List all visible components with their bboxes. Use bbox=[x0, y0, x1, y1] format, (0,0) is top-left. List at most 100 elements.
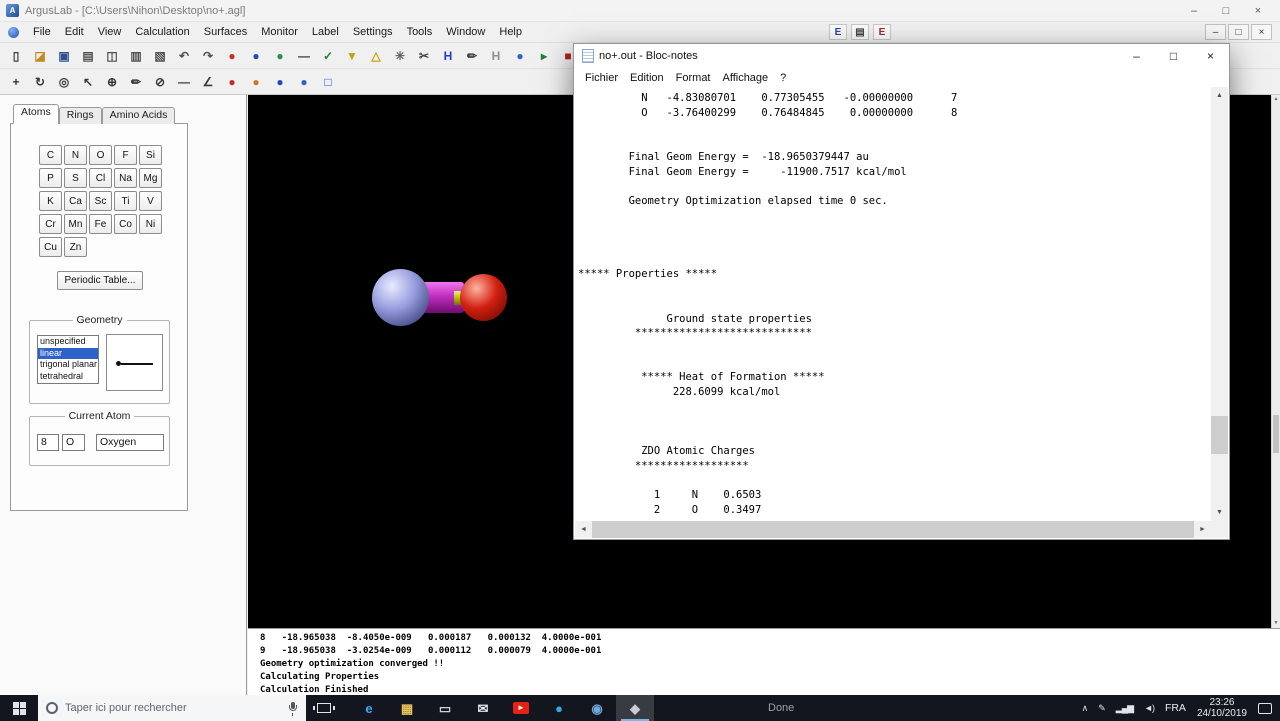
notepad-vscrollbar[interactable]: ▲ ▼ bbox=[1211, 87, 1228, 521]
element-button[interactable]: Cu bbox=[39, 237, 62, 257]
measure-tool-icon[interactable]: △ bbox=[365, 45, 387, 66]
select-tool-icon[interactable]: ↖ bbox=[77, 71, 99, 92]
start-button[interactable] bbox=[0, 695, 38, 721]
volume-icon[interactable]: ◄) bbox=[1144, 703, 1155, 713]
open-folder-icon[interactable]: ◪ bbox=[29, 45, 51, 66]
print-icon[interactable]: ▤ bbox=[77, 45, 99, 66]
run-calculation-icon[interactable]: ▸ bbox=[533, 45, 555, 66]
menu-item[interactable]: Settings bbox=[346, 22, 400, 42]
geometry-option[interactable]: trigonal planar bbox=[38, 359, 98, 371]
mdi-close-button[interactable]: × bbox=[1251, 24, 1272, 40]
element-button[interactable]: Mg bbox=[139, 168, 162, 188]
capture-icon[interactable]: ◫ bbox=[101, 45, 123, 66]
scroll-down-icon[interactable]: ▼ bbox=[1272, 619, 1280, 628]
element-button[interactable]: Si bbox=[139, 145, 162, 165]
copy-icon[interactable]: ▥ bbox=[125, 45, 147, 66]
nitrogen-atom[interactable] bbox=[372, 269, 429, 326]
element-button[interactable]: S bbox=[64, 168, 87, 188]
geometry-option[interactable]: tetrahedral bbox=[38, 371, 98, 383]
element-button[interactable]: Ti bbox=[114, 191, 137, 211]
menu-item[interactable]: Tools bbox=[400, 22, 440, 42]
zoom-tool-icon[interactable]: ◎ bbox=[53, 71, 75, 92]
action-center-icon[interactable] bbox=[1258, 702, 1272, 714]
atom-green-icon[interactable]: ● bbox=[269, 45, 291, 66]
clean-geometry-icon[interactable]: ✓ bbox=[317, 45, 339, 66]
atom-color-navy-icon[interactable]: ● bbox=[293, 71, 315, 92]
mdi-minimize-button[interactable]: – bbox=[1205, 24, 1226, 40]
bond-tool-icon[interactable]: ― bbox=[293, 45, 315, 66]
erase-tool-icon[interactable]: ⊘ bbox=[149, 71, 171, 92]
energy-icon[interactable]: E bbox=[829, 24, 847, 40]
clock[interactable]: 23:26 24/10/2019 bbox=[1197, 697, 1247, 719]
menu-item[interactable]: Help bbox=[492, 22, 529, 42]
oxygen-atom[interactable] bbox=[460, 274, 507, 321]
element-button[interactable]: P bbox=[39, 168, 62, 188]
menu-item[interactable]: Calculation bbox=[128, 22, 196, 42]
element-button[interactable]: K bbox=[39, 191, 62, 211]
scroll-down-icon[interactable]: ▼ bbox=[1211, 504, 1228, 521]
language-indicator[interactable]: FRA bbox=[1165, 702, 1186, 714]
element-button[interactable]: Cl bbox=[89, 168, 112, 188]
element-name-field[interactable]: Oxygen bbox=[96, 434, 164, 451]
microphone-icon[interactable] bbox=[286, 701, 298, 716]
minimize-energy-icon[interactable]: ▼ bbox=[341, 45, 363, 66]
element-button[interactable]: Zn bbox=[64, 237, 87, 257]
element-button[interactable]: Sc bbox=[89, 191, 112, 211]
menu-item[interactable]: Window bbox=[439, 22, 492, 42]
notepad-minimize-button[interactable]: – bbox=[1118, 44, 1155, 68]
notepad-text-area[interactable]: N -4.83080701 0.77305455 -0.00000000 7 O… bbox=[575, 87, 1211, 521]
notepad-maximize-button[interactable]: □ bbox=[1155, 44, 1192, 68]
ink-pen-icon[interactable]: ✎ bbox=[1098, 703, 1105, 713]
menu-item[interactable]: ? bbox=[774, 72, 792, 84]
notepad-hscrollbar[interactable]: ◄ ► bbox=[575, 521, 1211, 538]
energy-plot-icon[interactable]: E bbox=[873, 24, 891, 40]
element-button[interactable]: O bbox=[89, 145, 112, 165]
menu-item[interactable]: Monitor bbox=[254, 22, 305, 42]
search-box[interactable]: Taper ici pour rechercher bbox=[38, 695, 306, 721]
atom-color-orange-icon[interactable]: ● bbox=[245, 71, 267, 92]
draw-tool-icon[interactable]: ✏ bbox=[125, 71, 147, 92]
element-button[interactable]: F bbox=[114, 145, 137, 165]
element-button[interactable]: Co bbox=[114, 214, 137, 234]
viewport-scrollbar[interactable]: ▲ ▼ bbox=[1271, 95, 1280, 628]
panel-tab[interactable]: Rings bbox=[58, 107, 102, 124]
arguslab-minimize-button[interactable]: – bbox=[1178, 1, 1210, 21]
menu-item[interactable]: View bbox=[91, 22, 129, 42]
atom-red-icon[interactable]: ● bbox=[221, 45, 243, 66]
atom-color-red-icon[interactable]: ● bbox=[221, 71, 243, 92]
geometry-option[interactable]: linear bbox=[38, 347, 98, 359]
add-hydrogens-icon[interactable]: H bbox=[437, 45, 459, 66]
chrome-icon[interactable]: ◉ bbox=[578, 695, 616, 721]
menu-item[interactable]: Affichage bbox=[717, 72, 775, 84]
menu-item[interactable]: Fichier bbox=[579, 72, 624, 84]
paste-icon[interactable]: ▧ bbox=[149, 45, 171, 66]
scroll-thumb[interactable] bbox=[592, 521, 1194, 538]
arguslab-taskbar-icon[interactable]: ◆ bbox=[616, 695, 654, 721]
telegram-icon[interactable]: ● bbox=[540, 695, 578, 721]
element-button[interactable]: Mn bbox=[64, 214, 87, 234]
atomic-number-field[interactable]: 8 bbox=[37, 434, 59, 451]
mdi-restore-button[interactable]: □ bbox=[1228, 24, 1249, 40]
scroll-right-icon[interactable]: ► bbox=[1194, 521, 1211, 538]
element-button[interactable]: Na bbox=[114, 168, 137, 188]
arguslab-titlebar[interactable]: A ArgusLab - [C:\Users\Nihon\Desktop\no+… bbox=[0, 0, 1280, 22]
arguslab-maximize-button[interactable]: □ bbox=[1210, 1, 1242, 21]
panel-tab[interactable]: Atoms bbox=[13, 104, 59, 124]
mail-icon[interactable]: ✉ bbox=[464, 695, 502, 721]
atom-blue-icon[interactable]: ● bbox=[245, 45, 267, 66]
settings-gear-icon[interactable]: ✳ bbox=[389, 45, 411, 66]
element-button[interactable]: Ni bbox=[139, 214, 162, 234]
atom-color-blue-icon[interactable]: ● bbox=[269, 71, 291, 92]
task-view-button[interactable] bbox=[306, 695, 342, 721]
arguslab-close-button[interactable]: × bbox=[1242, 1, 1274, 21]
panel-tab[interactable]: Amino Acids bbox=[101, 107, 176, 124]
file-explorer-icon[interactable]: ▦ bbox=[388, 695, 426, 721]
element-symbol-field[interactable]: O bbox=[62, 434, 85, 451]
center-tool-icon[interactable]: ⊕ bbox=[101, 71, 123, 92]
menu-item[interactable]: Edit bbox=[58, 22, 91, 42]
network-icon[interactable]: ▂▄▆ bbox=[1116, 703, 1134, 713]
scroll-left-icon[interactable]: ◄ bbox=[575, 521, 592, 538]
scroll-up-icon[interactable]: ▲ bbox=[1211, 87, 1228, 104]
geometry-listbox[interactable]: unspecified linear trigonal planar tetrahed… bbox=[37, 335, 99, 384]
menu-item[interactable]: Format bbox=[670, 72, 717, 84]
